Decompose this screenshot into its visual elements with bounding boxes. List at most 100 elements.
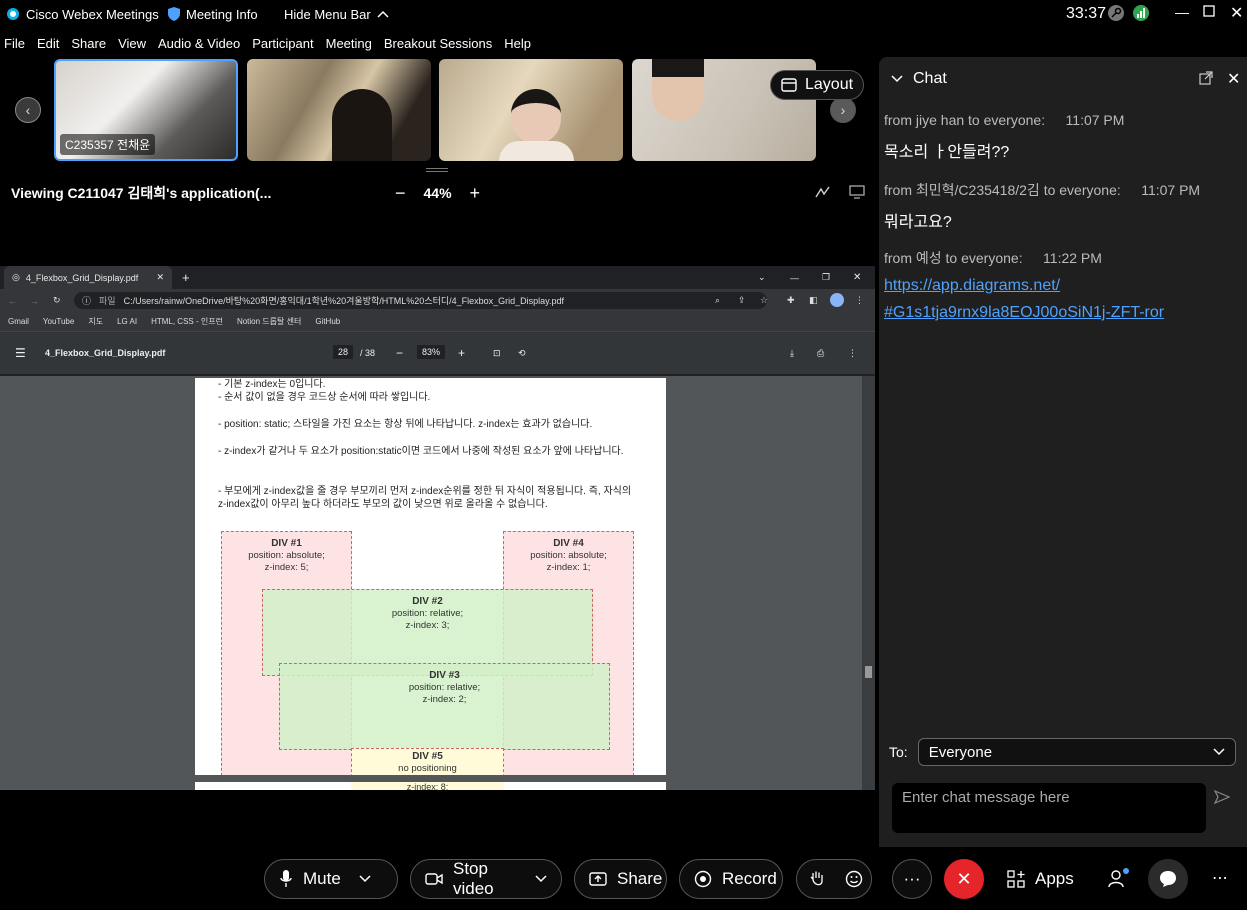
thumbs-prev-button[interactable]: ‹ xyxy=(15,97,41,123)
end-call-button[interactable]: ✕ xyxy=(944,859,984,899)
menu-breakout-sessions[interactable]: Breakout Sessions xyxy=(378,36,498,51)
star-icon[interactable]: ☆ xyxy=(760,295,768,306)
menu-share[interactable]: Share xyxy=(65,36,112,51)
message-link-cont[interactable]: #G1s1tja9rnx9la8EOJ00oSiN1j-ZFT-ror xyxy=(884,299,1234,326)
pdf-text-line: - position: static; 스타일을 가진 요소는 항상 뒤에 나타… xyxy=(218,419,593,430)
chevron-down-icon[interactable]: ⌄ xyxy=(758,272,766,283)
div1-title: DIV #1 xyxy=(271,538,302,549)
bookmark-youtube[interactable]: YouTube xyxy=(43,317,74,326)
apps-button[interactable]: Apps xyxy=(992,859,1084,899)
annotate-icon[interactable] xyxy=(815,185,831,199)
chevron-down-icon[interactable] xyxy=(535,875,547,883)
resize-handle[interactable] xyxy=(426,168,448,169)
bookmark-lg-ai[interactable]: LG AI xyxy=(117,317,137,326)
menu-help[interactable]: Help xyxy=(498,36,537,51)
pdf-zoom-out[interactable]: − xyxy=(396,346,403,360)
forward-icon[interactable]: → xyxy=(30,296,39,306)
shared-screen[interactable]: ◎ 4_Flexbox_Grid_Display.pdf ✕ + ⌄ — ❐ ✕… xyxy=(0,266,875,790)
bookmark-github[interactable]: GitHub xyxy=(315,317,340,326)
zoom-out-button[interactable]: − xyxy=(395,183,406,204)
fit-page-icon[interactable]: ⊡ xyxy=(493,348,501,359)
print-icon[interactable]: ⎙ xyxy=(817,348,824,359)
extensions-icon[interactable]: ✚ xyxy=(787,295,795,306)
overflow-menu-icon[interactable]: ⋯ xyxy=(1212,868,1228,888)
mute-button[interactable]: Mute xyxy=(264,859,398,899)
chat-message-input[interactable]: Enter chat message here xyxy=(892,783,1206,833)
share-button[interactable]: Share xyxy=(574,859,667,899)
chrome-toolbar: ← → ↻ ⓘ 파일 C:/Users/rainw/OneDrive/바탕%20… xyxy=(0,289,875,312)
video-thumbnail-3[interactable] xyxy=(439,59,623,161)
pdf-zoom-level[interactable]: 83% xyxy=(417,345,446,359)
bookmark-inflearn[interactable]: HTML, CSS - 인프런 xyxy=(151,316,223,327)
close-icon[interactable]: ✕ xyxy=(853,272,861,283)
meeting-info-button[interactable]: Meeting Info xyxy=(168,7,258,22)
chevron-down-icon[interactable] xyxy=(891,75,903,83)
close-icon[interactable]: ✕ xyxy=(1230,3,1243,23)
scrollbar-thumb[interactable] xyxy=(865,666,872,678)
hide-menu-bar-button[interactable]: Hide Menu Bar xyxy=(284,7,389,22)
tab-close-icon[interactable]: ✕ xyxy=(156,272,164,283)
div3-zindex: z-index: 2; xyxy=(422,694,467,705)
stop-video-button[interactable]: Stop video xyxy=(410,859,562,899)
share-screen-icon xyxy=(589,871,607,887)
sidepanel-icon[interactable]: ◧ xyxy=(809,295,818,306)
apps-icon xyxy=(1007,870,1025,888)
chevron-down-icon[interactable] xyxy=(359,875,371,883)
recipient-value: Everyone xyxy=(928,743,993,761)
emoji-reaction-icon[interactable] xyxy=(845,870,863,888)
popout-icon[interactable] xyxy=(1199,71,1213,85)
maximize-icon[interactable] xyxy=(1203,5,1215,20)
bookmark-maps[interactable]: 지도 xyxy=(88,316,103,327)
search-icon[interactable]: ⌕ xyxy=(715,295,720,306)
participant-silhouette xyxy=(652,59,704,121)
record-button[interactable]: Record xyxy=(679,859,783,899)
menu-audio-video[interactable]: Audio & Video xyxy=(152,36,246,51)
pdf-page-input[interactable]: 28 xyxy=(333,345,354,359)
close-icon[interactable]: ✕ xyxy=(1227,69,1240,89)
participants-icon[interactable] xyxy=(1107,868,1129,890)
video-thumbnail-1[interactable]: C235357 전채윤 xyxy=(54,59,238,161)
send-icon[interactable] xyxy=(1213,789,1231,809)
kebab-menu-icon[interactable]: ⋮ xyxy=(855,295,864,306)
chat-toggle-button[interactable] xyxy=(1148,859,1188,899)
bookmark-notion[interactable]: Notion 드롭탈 센터 xyxy=(237,316,301,327)
minimize-icon[interactable]: — xyxy=(1175,4,1189,20)
restore-icon[interactable]: ❐ xyxy=(822,272,830,283)
layout-button[interactable]: Layout xyxy=(770,70,865,100)
bookmark-gmail[interactable]: Gmail xyxy=(8,317,29,326)
rotate-icon[interactable]: ⟲ xyxy=(518,348,526,359)
pdf-scrollbar[interactable] xyxy=(862,376,875,790)
menu-file[interactable]: File xyxy=(0,36,31,51)
kebab-menu-icon[interactable]: ⋮ xyxy=(848,348,857,359)
download-icon[interactable]: ⤓ xyxy=(790,348,794,359)
pdf-zoom-in[interactable]: + xyxy=(458,346,465,360)
share-page-icon[interactable]: ⇪ xyxy=(738,295,746,306)
new-tab-button[interactable]: + xyxy=(182,270,190,285)
menu-edit[interactable]: Edit xyxy=(31,36,65,51)
thumbs-next-button[interactable]: › xyxy=(830,97,856,123)
hamburger-menu-icon[interactable]: ☰ xyxy=(15,346,26,360)
video-thumbnail-2[interactable] xyxy=(247,59,431,161)
menu-meeting[interactable]: Meeting xyxy=(320,36,378,51)
more-options-button[interactable]: ··· xyxy=(892,859,932,899)
chrome-tab[interactable]: ◎ 4_Flexbox_Grid_Display.pdf ✕ xyxy=(4,266,172,289)
zoom-in-button[interactable]: + xyxy=(470,183,481,204)
meeting-timer: 33:37 xyxy=(1066,5,1107,22)
key-icon[interactable] xyxy=(1108,5,1124,21)
menu-participant[interactable]: Participant xyxy=(246,36,319,51)
remote-control-icon[interactable] xyxy=(849,185,865,199)
back-icon[interactable]: ← xyxy=(8,296,17,306)
message-link[interactable]: https://app.diagrams.net/ xyxy=(884,272,1234,299)
recipient-select[interactable]: Everyone xyxy=(917,738,1236,766)
profile-avatar[interactable] xyxy=(830,293,844,307)
message-sender: from 최민혁/C235418/2김 to everyone: xyxy=(884,182,1121,198)
pdf-viewport[interactable]: - 기본 z-index는 0입니다. - 순서 값이 없을 경우 코드상 순서… xyxy=(0,376,875,790)
network-stats-icon[interactable] xyxy=(1133,5,1149,21)
menu-view[interactable]: View xyxy=(112,36,152,51)
raise-hand-icon[interactable] xyxy=(809,870,825,888)
reload-icon[interactable]: ↻ xyxy=(53,295,61,306)
diagram-div3: DIV #3 position: relative; z-index: 2; xyxy=(279,663,610,750)
pdf-page-total: / 38 xyxy=(360,348,376,358)
address-bar[interactable]: ⓘ 파일 C:/Users/rainw/OneDrive/바탕%20화면/홍익대… xyxy=(74,292,767,309)
minimize-icon[interactable]: — xyxy=(790,273,799,283)
